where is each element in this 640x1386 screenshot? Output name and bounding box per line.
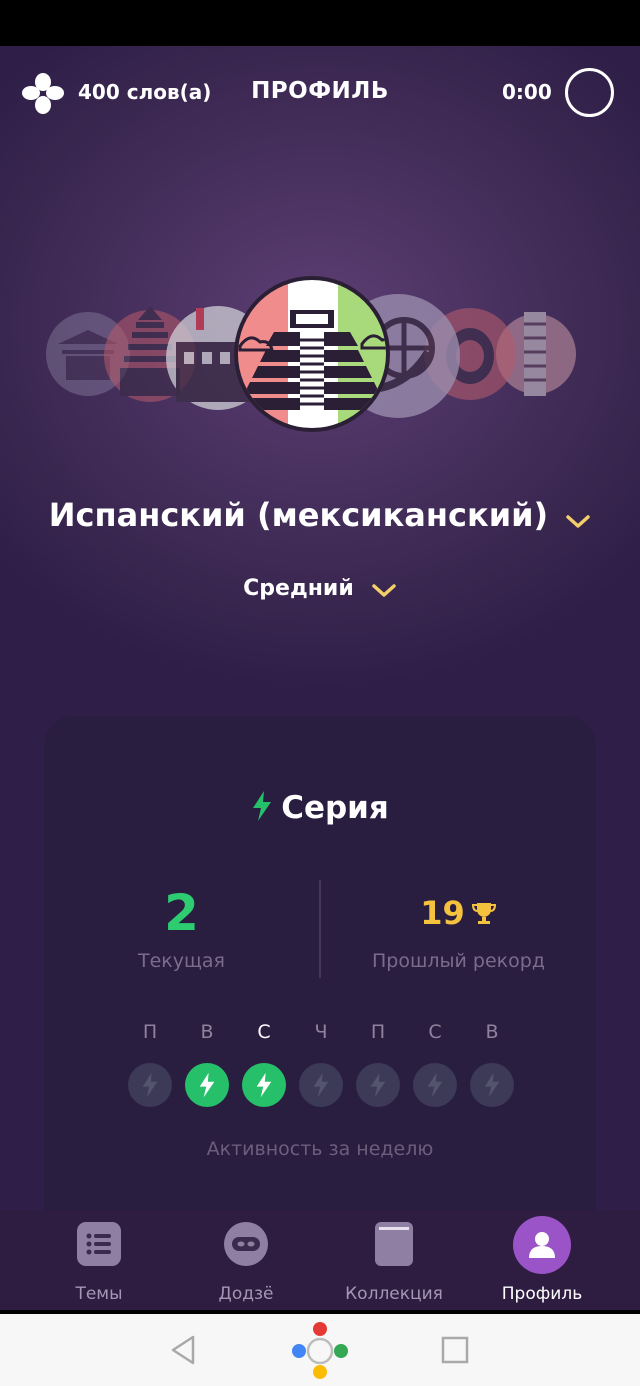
back-icon[interactable] bbox=[168, 1334, 198, 1366]
nav-label: Додзё bbox=[218, 1284, 274, 1304]
language-carousel-art bbox=[46, 276, 576, 432]
lightning-icon bbox=[142, 1072, 158, 1098]
day-letter-today: С bbox=[257, 1021, 271, 1043]
current-streak-label: Текущая bbox=[138, 950, 225, 972]
streak-title-text: Серия bbox=[281, 790, 389, 826]
day-letter: В bbox=[200, 1021, 214, 1043]
trophy-icon bbox=[471, 903, 496, 924]
language-carousel[interactable] bbox=[0, 272, 640, 432]
nav-label: Профиль bbox=[501, 1284, 583, 1304]
streak-title: Серия bbox=[44, 790, 596, 826]
nav-item-profile[interactable]: Профиль bbox=[468, 1216, 616, 1304]
day-letter: П bbox=[142, 1021, 158, 1043]
lightning-icon bbox=[313, 1072, 329, 1098]
recents-icon[interactable] bbox=[441, 1336, 469, 1364]
lightning-icon bbox=[484, 1072, 500, 1098]
week-caption: Активность за неделю bbox=[206, 1138, 434, 1160]
ninja-icon bbox=[224, 1222, 268, 1266]
day-column: Ч bbox=[299, 1021, 343, 1107]
timer-text: 0:00 bbox=[502, 80, 552, 104]
day-column: П bbox=[128, 1021, 172, 1107]
day-dot-inactive bbox=[128, 1063, 172, 1107]
current-streak: 2 Текущая bbox=[44, 882, 319, 972]
day-column: П bbox=[356, 1021, 400, 1107]
day-dot-active bbox=[242, 1063, 286, 1107]
home-assistant-icon[interactable] bbox=[290, 1320, 350, 1380]
day-dot-inactive bbox=[299, 1063, 343, 1107]
lightning-icon bbox=[199, 1072, 215, 1098]
day-letter: Ч bbox=[314, 1021, 328, 1043]
day-dot-inactive bbox=[413, 1063, 457, 1107]
list-icon bbox=[77, 1222, 121, 1266]
book-icon bbox=[375, 1222, 413, 1266]
chevron-down-icon bbox=[566, 514, 590, 528]
day-dot-active bbox=[185, 1063, 229, 1107]
day-column: В bbox=[470, 1021, 514, 1107]
day-letter: П bbox=[370, 1021, 386, 1043]
record-streak: 19 Прошлый рекорд bbox=[321, 882, 596, 972]
day-column: С bbox=[242, 1021, 286, 1107]
person-icon bbox=[513, 1216, 571, 1274]
lightning-icon bbox=[253, 791, 272, 821]
day-dot-inactive bbox=[356, 1063, 400, 1107]
language-name: Испанский (мексиканский) bbox=[48, 496, 549, 534]
app-screen: 400 слов(а) ПРОФИЛЬ 0:00 Испанский (мекс… bbox=[0, 46, 640, 1310]
day-dot-inactive bbox=[470, 1063, 514, 1107]
nav-label: Темы bbox=[75, 1284, 123, 1304]
lightning-icon bbox=[370, 1072, 386, 1098]
record-streak-value-row: 19 bbox=[321, 882, 596, 944]
current-streak-value: 2 bbox=[164, 884, 199, 942]
nav-item-topics[interactable]: Темы bbox=[25, 1222, 173, 1304]
timer-ring-icon[interactable] bbox=[565, 68, 614, 117]
nav-item-collection[interactable]: Коллекция bbox=[320, 1222, 468, 1304]
lightning-icon bbox=[427, 1072, 443, 1098]
day-column: В bbox=[185, 1021, 229, 1107]
level-name: Средний bbox=[243, 576, 354, 601]
nav-label: Коллекция bbox=[345, 1284, 443, 1304]
record-streak-value: 19 bbox=[420, 894, 465, 932]
top-bar: 400 слов(а) ПРОФИЛЬ 0:00 bbox=[0, 46, 640, 142]
chevron-down-icon bbox=[372, 583, 396, 597]
day-letter: С bbox=[428, 1021, 442, 1043]
day-letter: В bbox=[485, 1021, 499, 1043]
status-bar bbox=[0, 0, 640, 46]
nav-item-dojo[interactable]: Додзё bbox=[172, 1222, 320, 1304]
language-dropdown[interactable]: Испанский (мексиканский) bbox=[0, 496, 640, 534]
record-streak-label: Прошлый рекорд bbox=[372, 950, 545, 972]
day-column: С bbox=[413, 1021, 457, 1107]
lightning-icon bbox=[256, 1072, 272, 1098]
streak-card: Серия 2 Текущая 19 Прошлый рекорд П В С … bbox=[44, 716, 596, 1276]
level-dropdown[interactable]: Средний bbox=[0, 576, 640, 601]
bottom-nav: Темы Додзё Коллекция Профиль bbox=[0, 1210, 640, 1310]
system-nav-bar bbox=[0, 1314, 640, 1386]
